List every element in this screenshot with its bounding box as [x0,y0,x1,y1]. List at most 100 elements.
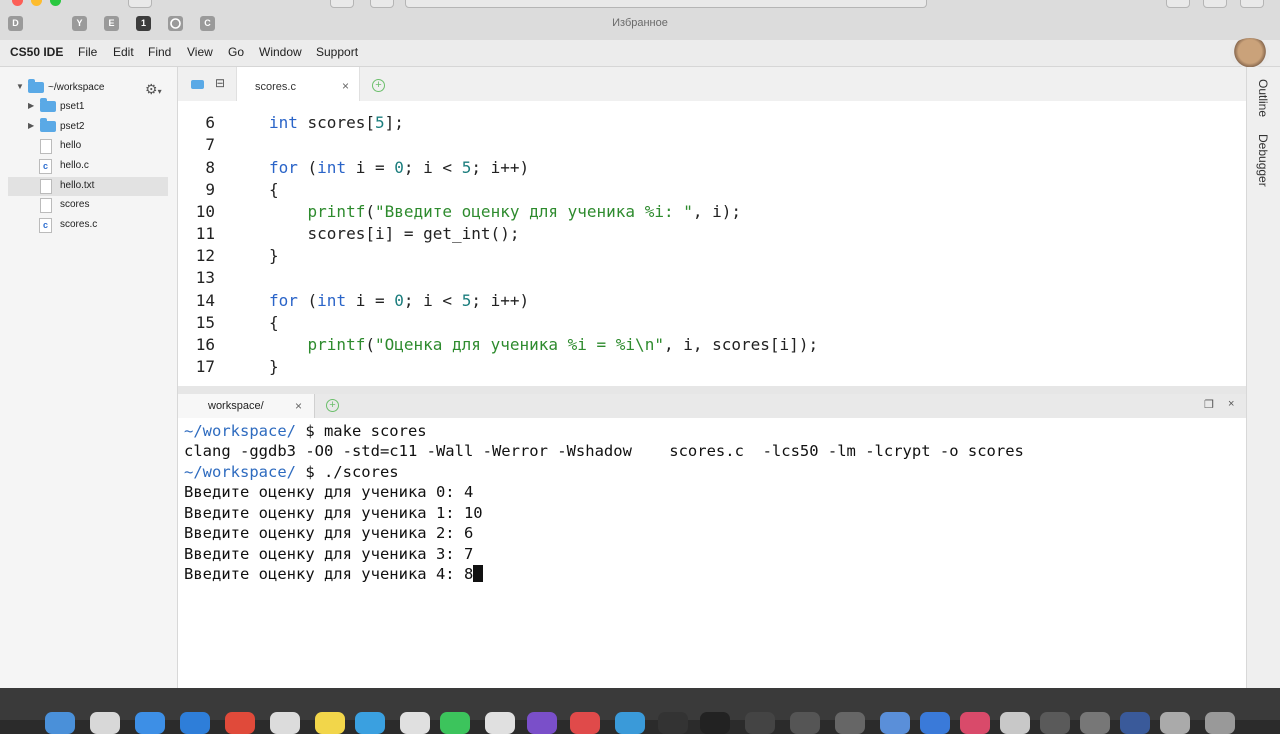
safari-icon[interactable] [135,712,165,734]
terminal-tab-bar: workspace/ × + ❐ × [178,394,1246,419]
app-icon[interactable] [400,712,430,734]
terminal-output[interactable]: ~/workspace/ $ make scores clang -ggdb3 … [178,418,1246,688]
tab-debugger[interactable]: Debugger [1256,134,1270,187]
terminal-cursor [473,565,484,582]
folder-icon[interactable] [191,80,204,89]
app-icon[interactable] [880,712,910,734]
code-text: for (int i = 0; i < 5; i++) [269,158,530,177]
chevron-right-icon[interactable]: ▶ [28,121,34,130]
user-avatar[interactable] [1230,38,1270,68]
pane-splitter[interactable] [178,386,1246,394]
downloads-icon[interactable] [1160,712,1190,734]
download-button[interactable] [1166,0,1190,8]
dock [0,688,1280,734]
tabs-button[interactable] [1240,0,1264,8]
code-line: 15 { [178,312,1246,334]
tree-item-label: hello [60,140,82,151]
add-terminal-icon[interactable]: + [326,399,339,412]
app-icon[interactable] [745,712,775,734]
chevron-down-icon[interactable]: ▼ [16,82,24,91]
share-button[interactable] [1203,0,1227,8]
menu-support[interactable]: Support [316,45,358,59]
code-line: 11 scores[i] = get_int(); [178,223,1246,245]
app-icon[interactable] [1000,712,1030,734]
tab-terminal-workspace[interactable]: workspace/ × [178,394,315,418]
messages-icon[interactable] [440,712,470,734]
zoom-window-icon[interactable] [50,0,61,6]
app-icon[interactable] [270,712,300,734]
favorites-label: Избранное [612,17,668,29]
terminal-line: Введите оценку для ученика 1: 10 [184,504,483,522]
chevron-right-icon[interactable]: ▶ [28,101,34,110]
menu-go[interactable]: Go [228,45,244,59]
code-text: { [269,313,279,332]
tab-label: workspace/ [208,400,264,412]
tree-item-pset1[interactable]: ▶ pset1 [8,98,168,117]
folder-icon [40,98,56,112]
tree-item-workspace[interactable]: ▼ ~/workspace [8,79,168,98]
add-tab-icon[interactable]: + [372,79,385,92]
close-window-icon[interactable] [12,0,23,6]
terminal-app-icon[interactable] [700,712,730,734]
app-icon[interactable] [180,712,210,734]
privacy-button[interactable] [370,0,394,8]
line-number: 14 [195,291,215,310]
code-line: 16 printf("Оценка для ученика %i = %i\n"… [178,334,1246,356]
app-icon[interactable] [960,712,990,734]
line-number: 8 [205,158,215,177]
tab-outline[interactable]: Outline [1256,79,1270,117]
app-icon[interactable] [570,712,600,734]
app-icon[interactable] [658,712,688,734]
app-brand[interactable]: CS50 IDE [10,45,63,59]
address-bar[interactable] [405,0,927,8]
terminal-command: $ ./scores [295,463,399,481]
minimize-window-icon[interactable] [31,0,42,6]
notes-icon[interactable] [315,712,345,734]
terminal-line: Введите оценку для ученика 4: 8 [184,564,484,584]
app-icon[interactable] [835,712,865,734]
app-icon[interactable] [1040,712,1070,734]
close-panel-icon[interactable]: × [1228,398,1234,410]
code-text: } [269,246,279,265]
navigate-icon[interactable]: ⊟ [215,76,225,90]
app-icon[interactable] [1080,712,1110,734]
reader-button[interactable] [330,0,354,8]
folder-icon [40,118,56,132]
tree-item-hello[interactable]: hello [8,137,168,156]
file-icon [40,139,52,154]
tree-item-hello-txt[interactable]: hello.txt [8,177,168,196]
app-icon[interactable] [225,712,255,734]
line-number: 6 [205,113,215,132]
terminal-line: Введите оценку для ученика 3: 7 [184,545,474,563]
tree-item-scores-c[interactable]: c scores.c [8,216,168,235]
menu-window[interactable]: Window [259,45,302,59]
launchpad-icon[interactable] [90,712,120,734]
tree-item-label: scores.c [60,219,98,230]
menu-edit[interactable]: Edit [113,45,134,59]
code-editor[interactable]: 6 int scores[5]; 7 8 for (int i = 0; i < 5… [178,101,1246,386]
tree-item-label: pset2 [60,121,85,132]
app-icon[interactable] [355,712,385,734]
menu-file[interactable]: File [78,45,97,59]
app-icon[interactable] [790,712,820,734]
finder-icon[interactable] [45,712,75,734]
app-icon[interactable] [485,712,515,734]
tree-item-hello-c[interactable]: c hello.c [8,157,168,176]
tree-item-pset2[interactable]: ▶ pset2 [8,118,168,137]
restore-panel-icon[interactable]: ❐ [1204,398,1214,411]
close-icon[interactable]: × [342,79,349,93]
code-text: printf("Введите оценку для ученика %i: "… [307,202,742,221]
sidebar-toggle-button[interactable] [128,0,152,8]
menu-find[interactable]: Find [148,45,171,59]
app-icon[interactable] [920,712,950,734]
terminal-command: $ make scores [295,422,427,440]
close-icon[interactable]: × [295,399,302,413]
tab-scores-c[interactable]: scores.c × [236,67,360,101]
app-icon[interactable] [615,712,645,734]
app-icon[interactable] [527,712,557,734]
menu-view[interactable]: View [187,45,213,59]
tree-item-scores[interactable]: scores [8,196,168,215]
line-number: 13 [195,268,215,287]
app-icon[interactable] [1120,712,1150,734]
trash-icon[interactable] [1205,712,1235,734]
